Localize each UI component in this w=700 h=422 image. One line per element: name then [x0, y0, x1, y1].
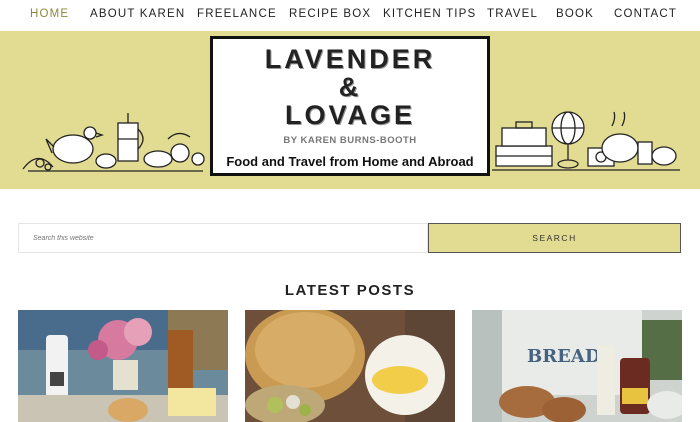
nav-freelance[interactable]: FREELANCE: [197, 8, 277, 20]
cornbread-custard-image: [245, 310, 455, 422]
kefir-scones-image: [18, 310, 228, 422]
svg-text:BREAD: BREAD: [527, 346, 600, 367]
post-thumbnail-1[interactable]: [18, 310, 228, 422]
latest-posts-heading: LATEST POSTS: [284, 282, 416, 299]
site-header-banner: LAVENDER & LOVAGE BY KAREN BURNS-BOOTH F…: [0, 31, 700, 189]
site-logo[interactable]: LAVENDER & LOVAGE BY KAREN BURNS-BOOTH F…: [210, 36, 490, 176]
nav-travel[interactable]: TRAVEL: [487, 8, 538, 20]
main-nav: HOME ABOUT KAREN FREELANCE RECIPE BOX KI…: [0, 0, 700, 30]
kitchen-illustration-left: [22, 113, 205, 172]
search-input[interactable]: [18, 223, 428, 253]
nav-contact[interactable]: CONTACT: [614, 8, 677, 20]
nav-recipe-box[interactable]: RECIPE BOX: [289, 8, 371, 20]
search-button[interactable]: SEARCH: [428, 223, 681, 253]
logo-byline: BY KAREN BURNS-BOOTH: [283, 135, 417, 146]
nav-book[interactable]: BOOK: [556, 8, 594, 20]
logo-title-line2: LOVAGE: [284, 100, 415, 130]
nav-about-karen[interactable]: ABOUT KAREN: [90, 8, 185, 20]
post-thumbnail-2[interactable]: [245, 310, 455, 422]
logo-ampersand: &: [338, 72, 362, 102]
nav-kitchen-tips[interactable]: KITCHEN TIPS: [383, 8, 476, 20]
post-thumbnail-3[interactable]: BREAD: [472, 310, 682, 422]
logo-tagline: Food and Travel from Home and Abroad: [226, 154, 474, 169]
logo-title-line1: LAVENDER: [264, 44, 436, 74]
travel-illustration-right: [492, 111, 680, 171]
nav-home[interactable]: HOME: [30, 8, 69, 20]
bread-bin-image: BREAD: [472, 310, 682, 422]
